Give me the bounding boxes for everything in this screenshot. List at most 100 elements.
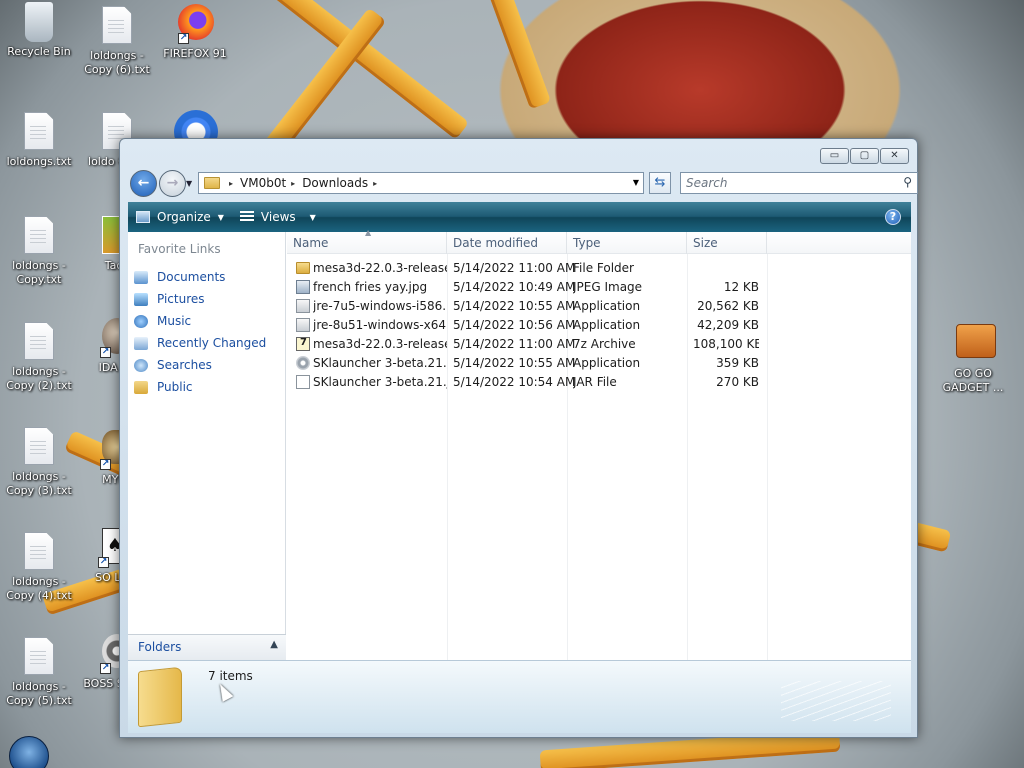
breadcrumb-user[interactable]: VM0b0t xyxy=(240,176,286,190)
search-placeholder: Search xyxy=(686,176,728,190)
file-date: 5/14/2022 10:55 AM xyxy=(453,356,576,370)
text-file-icon xyxy=(24,532,54,570)
shortcut-arrow-icon: ↗ xyxy=(178,33,189,44)
breadcrumb-separator-icon[interactable]: ▸ xyxy=(291,179,295,188)
column-headers: Name ▲ Date modified Type Size xyxy=(287,228,911,254)
back-button[interactable]: ← xyxy=(130,170,157,197)
desktop-icon-label: loldongs - Copy (4).txt xyxy=(6,575,72,602)
text-file-icon xyxy=(24,322,54,360)
file-row[interactable]: jre-8u51-windows-x64.... 5/14/2022 10:56… xyxy=(287,316,911,335)
file-date: 5/14/2022 11:00 AM xyxy=(453,261,576,275)
nav-link-documents[interactable]: Documents xyxy=(134,266,266,288)
desktop-icon-go-go-gadget[interactable]: GO GO GADGET ... xyxy=(934,318,1012,395)
details-pane: 7 items xyxy=(128,660,911,733)
file-row[interactable]: SKlauncher 3-beta.21.e... 5/14/2022 10:5… xyxy=(287,354,911,373)
desktop-icon-loldongs-copy-5[interactable]: loldongs - Copy (5).txt xyxy=(0,637,78,708)
file-type: Application xyxy=(573,299,641,313)
file-size: 270 KB xyxy=(716,375,759,389)
address-bar[interactable]: ▸ VM0b0t ▸ Downloads ▸ ▼ xyxy=(198,172,644,194)
history-dropdown-icon[interactable]: ▼ xyxy=(186,179,192,188)
shortcut-arrow-icon: ↗ xyxy=(100,347,111,358)
column-header-type[interactable]: Type xyxy=(567,232,687,254)
breadcrumb-downloads[interactable]: Downloads xyxy=(302,176,368,190)
navigation-pane: Favorite Links Documents Pictures Music … xyxy=(128,232,286,660)
nav-link-public[interactable]: Public xyxy=(134,376,266,398)
views-button[interactable]: Views ▼ xyxy=(232,210,324,224)
nav-link-label: Pictures xyxy=(157,292,205,306)
file-name: mesa3d-22.0.3-release... xyxy=(313,337,447,351)
search-input[interactable]: Search ⚲ xyxy=(680,172,918,194)
nav-link-searches[interactable]: Searches xyxy=(134,354,266,376)
start-button[interactable] xyxy=(9,736,49,768)
address-row: ← → ▼ ▸ VM0b0t ▸ Downloads ▸ ▼ ⇆ Search … xyxy=(128,170,918,198)
file-row[interactable]: mesa3d-22.0.3-release... 5/14/2022 11:00… xyxy=(287,335,911,354)
column-header-date[interactable]: Date modified xyxy=(447,232,567,254)
jar-file-icon xyxy=(296,375,310,389)
organize-icon xyxy=(136,211,150,223)
minimize-button[interactable]: ▭ xyxy=(820,148,849,164)
folders-label: Folders xyxy=(138,640,182,654)
desktop-icon-label: loldongs - Copy (5).txt xyxy=(6,680,72,707)
breadcrumb-separator-icon[interactable]: ▸ xyxy=(229,179,233,188)
close-button[interactable]: ✕ xyxy=(880,148,909,164)
item-count: 7 items xyxy=(208,669,253,683)
views-icon xyxy=(239,211,254,223)
desktop-icon-loldongs-copy-3[interactable]: loldongs - Copy (3).txt xyxy=(0,427,78,498)
folders-toggle[interactable]: Folders ▲ xyxy=(128,634,286,660)
maximize-button[interactable]: ▢ xyxy=(850,148,879,164)
desktop-icon-label: loldongs.txt xyxy=(6,155,72,168)
shortcut-arrow-icon: ↗ xyxy=(98,557,109,568)
file-name: jre-7u5-windows-i586.... xyxy=(313,299,447,313)
search-icon[interactable]: ⚲ xyxy=(903,175,912,189)
column-label: Name xyxy=(293,236,329,250)
music-icon xyxy=(134,314,148,328)
file-row[interactable]: SKlauncher 3-beta.21.jar 5/14/2022 10:54… xyxy=(287,373,911,392)
file-name: jre-8u51-windows-x64.... xyxy=(313,318,447,332)
documents-icon xyxy=(134,270,148,284)
nav-link-recently-changed[interactable]: Recently Changed xyxy=(134,332,266,354)
help-button[interactable]: ? xyxy=(885,209,901,225)
forward-button[interactable]: → xyxy=(159,170,186,197)
favorite-links-heading: Favorite Links xyxy=(138,242,221,256)
nav-link-pictures[interactable]: Pictures xyxy=(134,288,266,310)
folder-icon xyxy=(204,177,220,189)
file-date: 5/14/2022 10:56 AM xyxy=(453,318,576,332)
breadcrumb-separator-icon[interactable]: ▸ xyxy=(373,179,377,188)
nav-link-music[interactable]: Music xyxy=(134,310,266,332)
desktop-icon-loldongs-copy-6[interactable]: loldongs - Copy (6).txt xyxy=(78,6,156,77)
desktop-icon-label: loldongs - Copy.txt xyxy=(12,259,66,286)
file-type: JPEG Image xyxy=(573,280,643,294)
column-header-size[interactable]: Size xyxy=(687,232,767,254)
file-date: 5/14/2022 10:49 AM xyxy=(453,280,576,294)
desktop-icon-recycle-bin[interactable]: Recycle Bin xyxy=(0,2,78,59)
chevron-up-icon: ▲ xyxy=(270,639,278,650)
file-row[interactable]: jre-7u5-windows-i586.... 5/14/2022 10:55… xyxy=(287,297,911,316)
desktop-icon-loldongs-copy-4[interactable]: loldongs - Copy (4).txt xyxy=(0,532,78,603)
desktop-icon-loldongs[interactable]: loldongs.txt xyxy=(0,112,78,169)
shortcut-arrow-icon: ↗ xyxy=(100,663,111,674)
desktop-icon-loldongs-copy[interactable]: loldongs - Copy.txt xyxy=(0,216,78,287)
address-dropdown-icon[interactable]: ▼ xyxy=(633,178,639,187)
views-label: Views xyxy=(260,210,296,224)
column-header-name[interactable]: Name ▲ xyxy=(287,228,447,254)
refresh-button[interactable]: ⇆ xyxy=(649,172,671,194)
desktop-icon-label: GO GO GADGET ... xyxy=(942,367,1004,394)
desktop-icon-label: loldongs - Copy (3).txt xyxy=(6,470,72,497)
file-row[interactable]: mesa3d-22.0.3-release... 5/14/2022 11:00… xyxy=(287,259,911,278)
file-size: 108,100 KB xyxy=(693,337,759,351)
file-row[interactable]: french fries yay.jpg 5/14/2022 10:49 AM … xyxy=(287,278,911,297)
file-name: SKlauncher 3-beta.21.jar xyxy=(313,375,447,389)
desktop-icon-loldongs-copy-2[interactable]: loldongs - Copy (2).txt xyxy=(0,322,78,393)
text-file-icon xyxy=(24,112,54,150)
desktop-icon-firefox[interactable]: ↗ FIREFOX 91 xyxy=(156,4,234,61)
desktop-icon-label: FIREFOX 91 xyxy=(163,47,227,60)
nav-link-label: Public xyxy=(157,380,193,394)
file-size: 359 KB xyxy=(716,356,759,370)
file-rows: mesa3d-22.0.3-release... 5/14/2022 11:00… xyxy=(287,259,911,392)
text-file-icon xyxy=(102,6,132,44)
file-type: 7z Archive xyxy=(573,337,636,351)
file-type: JAR File xyxy=(573,375,617,389)
organize-button[interactable]: Organize ▼ xyxy=(128,210,232,224)
image-file-icon xyxy=(296,280,310,294)
text-file-icon xyxy=(24,637,54,675)
